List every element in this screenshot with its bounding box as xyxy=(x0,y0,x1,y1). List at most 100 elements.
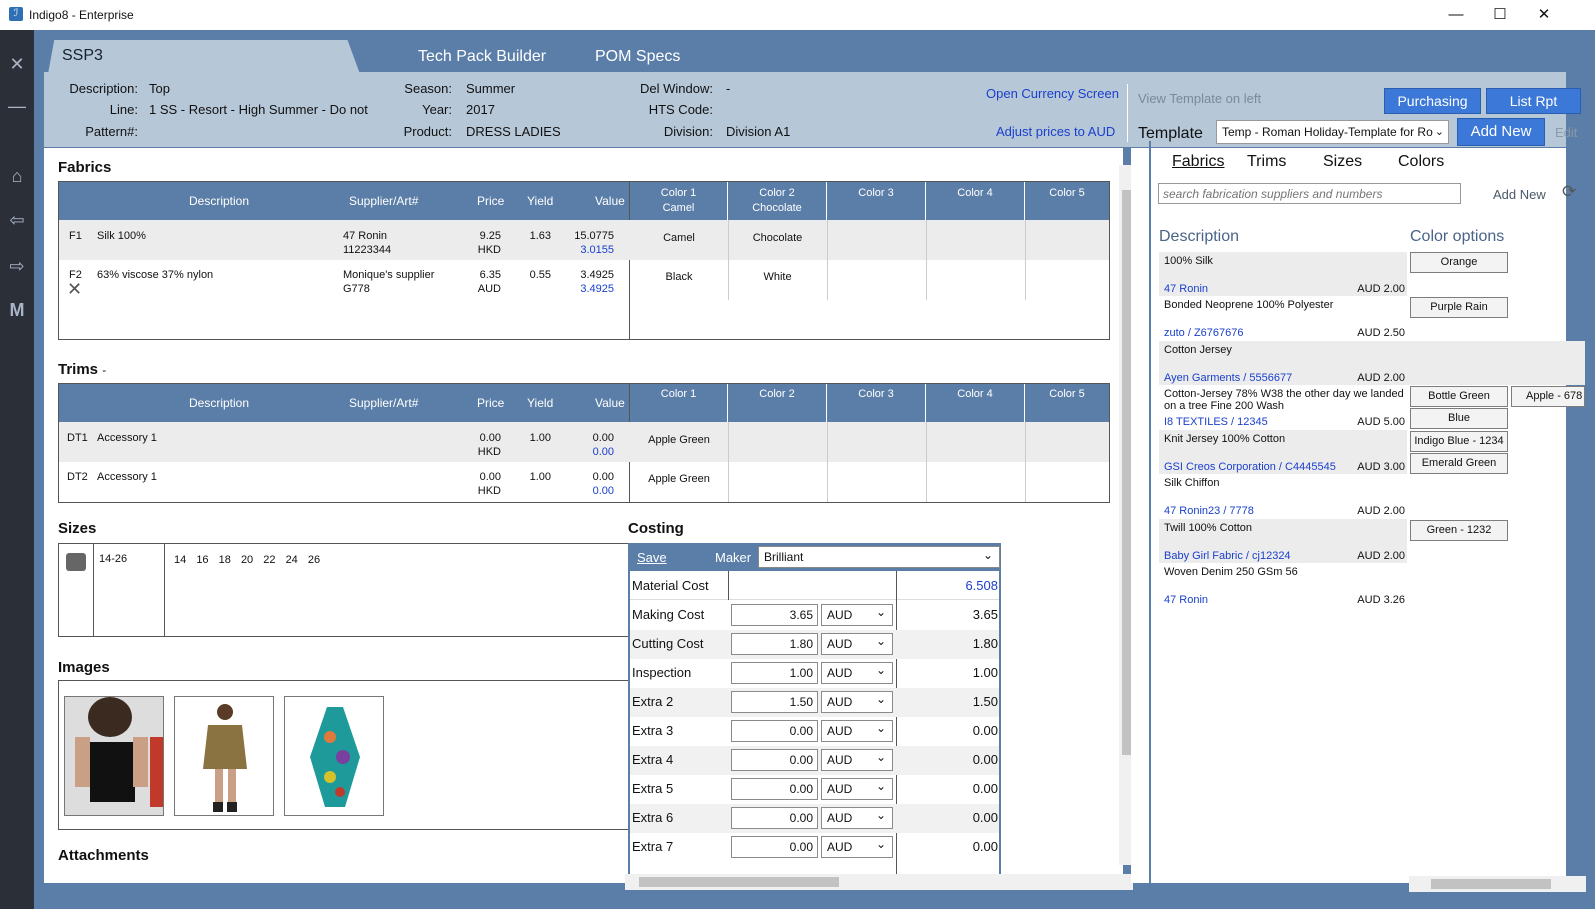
trims-color-header[interactable]: Color 4 xyxy=(926,384,1025,422)
sizes-edit-icon[interactable] xyxy=(66,553,86,571)
fabric-item-price: AUD 2.00 xyxy=(1357,283,1405,295)
fabric-item-link[interactable]: zuto / Z6767676 xyxy=(1164,327,1244,339)
currency-select[interactable]: AUD xyxy=(821,834,893,858)
template-add-new-button[interactable]: Add New xyxy=(1457,118,1545,146)
cost-input[interactable]: 3.65 xyxy=(731,604,818,626)
cost-label: Extra 4 xyxy=(632,752,674,767)
template-edit-link[interactable]: Edit xyxy=(1555,125,1577,140)
color-option-button[interactable]: Orange xyxy=(1410,252,1508,273)
tab-pom-specs[interactable]: POM Specs xyxy=(595,42,680,74)
back-arrow-icon[interactable]: ⇦ xyxy=(5,208,29,232)
col-line xyxy=(926,422,927,502)
trims-color-header[interactable]: Color 2 xyxy=(728,384,827,422)
home-icon[interactable]: ⌂ xyxy=(5,164,29,188)
maker-select[interactable]: Brilliant ⌄ xyxy=(758,546,1000,568)
open-currency-link[interactable]: Open Currency Screen xyxy=(986,86,1119,101)
cost-input[interactable]: 1.50 xyxy=(731,691,818,713)
fabric-color-cell[interactable]: Chocolate xyxy=(728,232,827,244)
scrollbar-thumb[interactable] xyxy=(1431,879,1551,889)
fabric-item-link[interactable]: 47 Ronin23 / 7778 xyxy=(1164,505,1254,517)
right-tab-fabrics[interactable]: Fabrics xyxy=(1172,153,1224,171)
color-option-button[interactable]: Apple - 678 xyxy=(1511,386,1585,407)
fabric-item-link[interactable]: Baby Girl Fabric / cj12324 xyxy=(1164,550,1291,562)
tab-ssp3[interactable]: SSP3 xyxy=(48,40,360,74)
trims-color-header[interactable]: Color 1 xyxy=(630,384,728,422)
product-image-1[interactable] xyxy=(64,696,164,816)
fabric-item-link[interactable]: 47 Ronin xyxy=(1164,594,1208,606)
fabric-item-link[interactable]: I8 TEXTILES / 12345 xyxy=(1164,416,1268,428)
cost-input[interactable]: 0.00 xyxy=(731,720,818,742)
fabrics-color-header[interactable]: Color 2 Chocolate xyxy=(728,182,827,220)
color-option-button[interactable]: Green - 1232 xyxy=(1410,520,1508,541)
minimize-button[interactable]: — xyxy=(1442,4,1470,26)
costing-save-link[interactable]: Save xyxy=(637,550,667,565)
panel-separator xyxy=(1149,141,1151,893)
trim-color-cell[interactable]: Apple Green xyxy=(630,473,728,485)
right-tab-sizes[interactable]: Sizes xyxy=(1323,153,1362,171)
delete-x-icon[interactable]: ✕ xyxy=(67,280,82,298)
del-window-label: Del Window: xyxy=(640,81,713,96)
cost-input[interactable]: 1.80 xyxy=(731,633,818,655)
fabrics-table: Description Supplier/Art# Price Yield Va… xyxy=(58,181,1110,340)
fabric-color-cell[interactable]: Camel xyxy=(630,232,728,244)
template-select[interactable]: Temp - Roman Holiday-Template for Ro ⌄ xyxy=(1216,120,1449,144)
color-option-button[interactable]: Blue xyxy=(1410,408,1508,429)
color-option-button[interactable]: Purple Rain xyxy=(1410,297,1508,318)
adjust-prices-link[interactable]: Adjust prices to AUD xyxy=(996,124,1115,139)
currency-select[interactable]: AUD xyxy=(821,747,893,771)
cost-input[interactable]: 0.00 xyxy=(731,778,818,800)
close-icon[interactable]: ✕ xyxy=(5,52,29,76)
fabrics-color-name: Color 2 xyxy=(759,187,795,199)
cost-input[interactable]: 0.00 xyxy=(731,836,818,858)
maker-label: Maker xyxy=(715,550,752,565)
currency-select[interactable]: AUD xyxy=(821,776,893,800)
horizontal-scrollbar[interactable] xyxy=(625,874,1133,890)
currency-select[interactable]: AUD xyxy=(821,660,893,684)
cost-value: 0.00 xyxy=(972,752,998,767)
cost-row: Making Cost3.65AUD3.65 xyxy=(630,601,999,630)
right-add-new-link[interactable]: Add New xyxy=(1493,187,1546,202)
fabric-item-link[interactable]: 47 Ronin xyxy=(1164,283,1208,295)
trim-color-cell[interactable]: Apple Green xyxy=(630,434,728,446)
refresh-icon[interactable]: ⟳ xyxy=(1562,182,1576,202)
currency-select[interactable]: AUD xyxy=(821,631,893,655)
fabric-item-link[interactable]: Ayen Garments / 5556677 xyxy=(1164,372,1292,384)
currency-select[interactable]: AUD xyxy=(821,689,893,713)
cost-input[interactable]: 1.00 xyxy=(731,662,818,684)
cost-input[interactable]: 0.00 xyxy=(731,807,818,829)
purchasing-button[interactable]: Purchasing xyxy=(1384,88,1481,114)
trims-color-header[interactable]: Color 3 xyxy=(827,384,926,422)
m-icon[interactable]: M xyxy=(5,298,29,322)
color-option-button[interactable]: Indigo Blue - 1234 xyxy=(1410,431,1508,452)
maximize-button[interactable]: ☐ xyxy=(1486,4,1514,26)
minus-icon[interactable]: — xyxy=(5,94,29,118)
fabrics-color-header[interactable]: Color 3 xyxy=(827,182,926,220)
view-template-link[interactable]: View Template on left xyxy=(1138,91,1261,106)
currency-select[interactable]: AUD xyxy=(821,805,893,829)
trims-color-header[interactable]: Color 5 xyxy=(1025,384,1109,422)
cost-row: Extra 60.00AUD0.00 xyxy=(630,804,999,833)
color-option-button[interactable]: Bottle Green xyxy=(1410,386,1508,407)
product-image-2[interactable] xyxy=(174,696,274,816)
list-rpt-button[interactable]: List Rpt xyxy=(1486,88,1581,114)
fabric-color-cell[interactable]: White xyxy=(728,271,827,283)
product-image-3[interactable] xyxy=(284,696,384,816)
fabrics-color-header[interactable]: Color 1 Camel xyxy=(630,182,728,220)
cost-row: Extra 50.00AUD0.00 xyxy=(630,775,999,804)
close-button[interactable]: ✕ xyxy=(1530,4,1558,26)
fabrics-color-header[interactable]: Color 5 xyxy=(1025,182,1109,220)
right-horizontal-scrollbar[interactable] xyxy=(1409,876,1586,892)
currency-select[interactable]: AUD xyxy=(821,718,893,742)
trims-title-text: Trims xyxy=(58,361,99,378)
currency-select[interactable]: AUD xyxy=(821,602,893,626)
tab-tech-pack-builder[interactable]: Tech Pack Builder xyxy=(418,42,546,74)
cost-input[interactable]: 0.00 xyxy=(731,749,818,771)
scrollbar-thumb[interactable] xyxy=(639,877,839,887)
fabrics-color-header[interactable]: Color 4 xyxy=(926,182,1025,220)
right-tab-colors[interactable]: Colors xyxy=(1398,153,1444,171)
color-option-button[interactable]: Emerald Green xyxy=(1410,453,1508,474)
right-tab-trims[interactable]: Trims xyxy=(1247,153,1286,171)
forward-arrow-icon[interactable]: ⇨ xyxy=(5,254,29,278)
fabric-color-cell[interactable]: Black xyxy=(630,271,728,283)
fabric-search-input[interactable] xyxy=(1158,183,1461,204)
